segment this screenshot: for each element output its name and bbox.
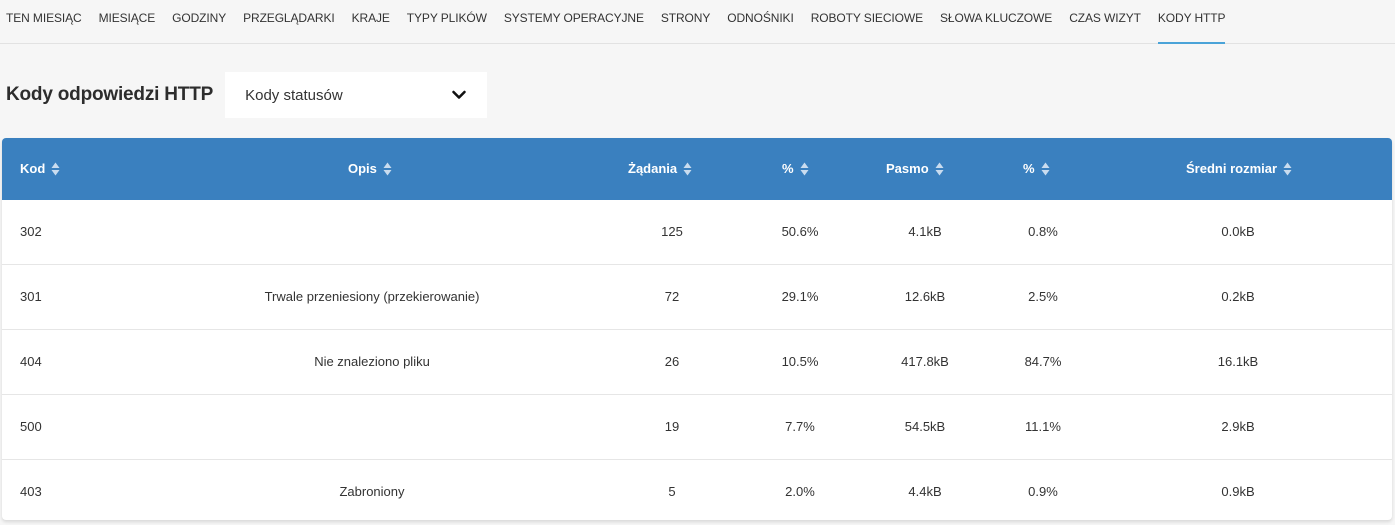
table-row: 500 19 7.7% 54.5kB 11.1% 2.9kB: [2, 394, 1392, 459]
page-title: Kody odpowiedzi HTTP: [6, 84, 214, 105]
cell-zadania: 26: [664, 354, 680, 369]
cell-procent-zadan: 7.7%: [785, 419, 815, 434]
column-label: Kod: [20, 161, 46, 176]
table-row: 403 Zabroniony 5 2.0% 4.4kB 0.9% 0.9kB: [2, 459, 1392, 520]
sort-icon: [935, 162, 944, 176]
sort-icon: [51, 162, 60, 176]
cell-sredni-rozmiar: 0.2kB: [1221, 289, 1255, 304]
column-header-kod[interactable]: Kod: [20, 161, 60, 176]
tab-roboty-sieciowe[interactable]: ROBOTY SIECIOWE: [811, 0, 923, 33]
cell-zadania: 5: [668, 484, 676, 499]
cell-procent-zadan: 10.5%: [781, 354, 819, 369]
top-navigation: TEN MIESIĄC MIESIĄCE GODZINY PRZEGLĄDARK…: [0, 0, 1395, 44]
cell-pasmo: 4.1kB: [908, 224, 942, 239]
status-code-select[interactable]: Kody statusów: [225, 72, 488, 118]
column-header-opis[interactable]: Opis: [348, 161, 392, 176]
cell-opis: Trwale przeniesiony (przekierowanie): [264, 289, 480, 304]
cell-procent-pasma: 2.5%: [1028, 289, 1058, 304]
cell-procent-zadan: 50.6%: [781, 224, 819, 239]
sort-icon: [800, 162, 809, 176]
column-label: Żądania: [628, 161, 678, 176]
cell-kod: 301: [20, 289, 42, 304]
column-label: Opis: [348, 161, 377, 176]
cell-kod: 500: [20, 419, 42, 434]
column-header-zadania[interactable]: Żądania: [628, 161, 692, 176]
column-label: %: [782, 161, 794, 176]
cell-kod: 302: [20, 224, 42, 239]
cell-procent-pasma: 84.7%: [1024, 354, 1062, 369]
cell-zadania: 72: [664, 289, 680, 304]
tab-odnosniki[interactable]: ODNOŚNIKI: [727, 0, 794, 33]
column-header-pasmo[interactable]: Pasmo: [886, 161, 944, 176]
tab-miesiace[interactable]: MIESIĄCE: [99, 0, 156, 33]
cell-sredni-rozmiar: 2.9kB: [1221, 419, 1255, 434]
tab-godziny[interactable]: GODZINY: [172, 0, 226, 33]
table-header: Kod Opis Żądania % Pasmo % Średni rozmia…: [2, 138, 1392, 200]
cell-kod: 403: [20, 484, 42, 499]
cell-opis: Zabroniony: [339, 484, 405, 499]
tab-systemy-operacyjne[interactable]: SYSTEMY OPERACYJNE: [504, 0, 644, 33]
column-header-procent-zadan[interactable]: %: [782, 161, 809, 176]
cell-procent-zadan: 2.0%: [785, 484, 815, 499]
tab-kraje[interactable]: KRAJE: [352, 0, 390, 33]
chevron-down-icon: [451, 87, 467, 103]
cell-procent-pasma: 11.1%: [1025, 419, 1061, 434]
tab-przegladarki[interactable]: PRZEGLĄDARKI: [243, 0, 335, 33]
tab-slowa-kluczowe[interactable]: SŁOWA KLUCZOWE: [940, 0, 1052, 33]
tab-czas-wizyt[interactable]: CZAS WIZYT: [1069, 0, 1141, 33]
table-body: 302 125 50.6% 4.1kB 0.8% 0.0kB 301 Trwal…: [2, 200, 1392, 520]
column-label: %: [1023, 161, 1035, 176]
cell-pasmo: 54.5kB: [904, 419, 946, 434]
table-row: 302 125 50.6% 4.1kB 0.8% 0.0kB: [2, 200, 1392, 264]
tab-typy-plikow[interactable]: TYPY PLIKÓW: [407, 0, 487, 33]
cell-pasmo: 417.8kB: [901, 354, 949, 369]
cell-opis: Nie znaleziono pliku: [314, 354, 430, 369]
cell-sredni-rozmiar: 0.9kB: [1221, 484, 1255, 499]
cell-sredni-rozmiar: 16.1kB: [1217, 354, 1259, 369]
tab-strony[interactable]: STRONY: [661, 0, 711, 33]
sort-icon: [683, 162, 692, 176]
cell-pasmo: 12.6kB: [904, 289, 946, 304]
column-label: Średni rozmiar: [1186, 161, 1278, 176]
cell-zadania: 19: [664, 419, 680, 434]
table-row: 404 Nie znaleziono pliku 26 10.5% 417.8k…: [2, 329, 1392, 394]
cell-procent-pasma: 0.8%: [1028, 224, 1058, 239]
http-codes-table: Kod Opis Żądania % Pasmo % Średni rozmia…: [2, 138, 1392, 520]
heading-row: Kody odpowiedzi HTTP Kody statusów: [6, 72, 488, 118]
tab-kody-http[interactable]: KODY HTTP: [1157, 0, 1226, 44]
cell-zadania: 125: [661, 224, 683, 239]
tab-ten-miesiac[interactable]: TEN MIESIĄC: [6, 0, 82, 33]
cell-procent-pasma: 0.9%: [1028, 484, 1058, 499]
cell-kod: 404: [20, 354, 42, 369]
sort-icon: [383, 162, 392, 176]
select-value: Kody statusów: [245, 86, 343, 104]
column-header-sredni-rozmiar[interactable]: Średni rozmiar: [1186, 161, 1292, 176]
sort-icon: [1283, 162, 1292, 176]
table-row: 301 Trwale przeniesiony (przekierowanie)…: [2, 264, 1392, 329]
cell-sredni-rozmiar: 0.0kB: [1221, 224, 1255, 239]
sort-icon: [1041, 162, 1050, 176]
cell-procent-zadan: 29.1%: [781, 289, 819, 304]
column-header-procent-pasma[interactable]: %: [1023, 161, 1050, 176]
cell-pasmo: 4.4kB: [908, 484, 942, 499]
column-label: Pasmo: [886, 161, 929, 176]
